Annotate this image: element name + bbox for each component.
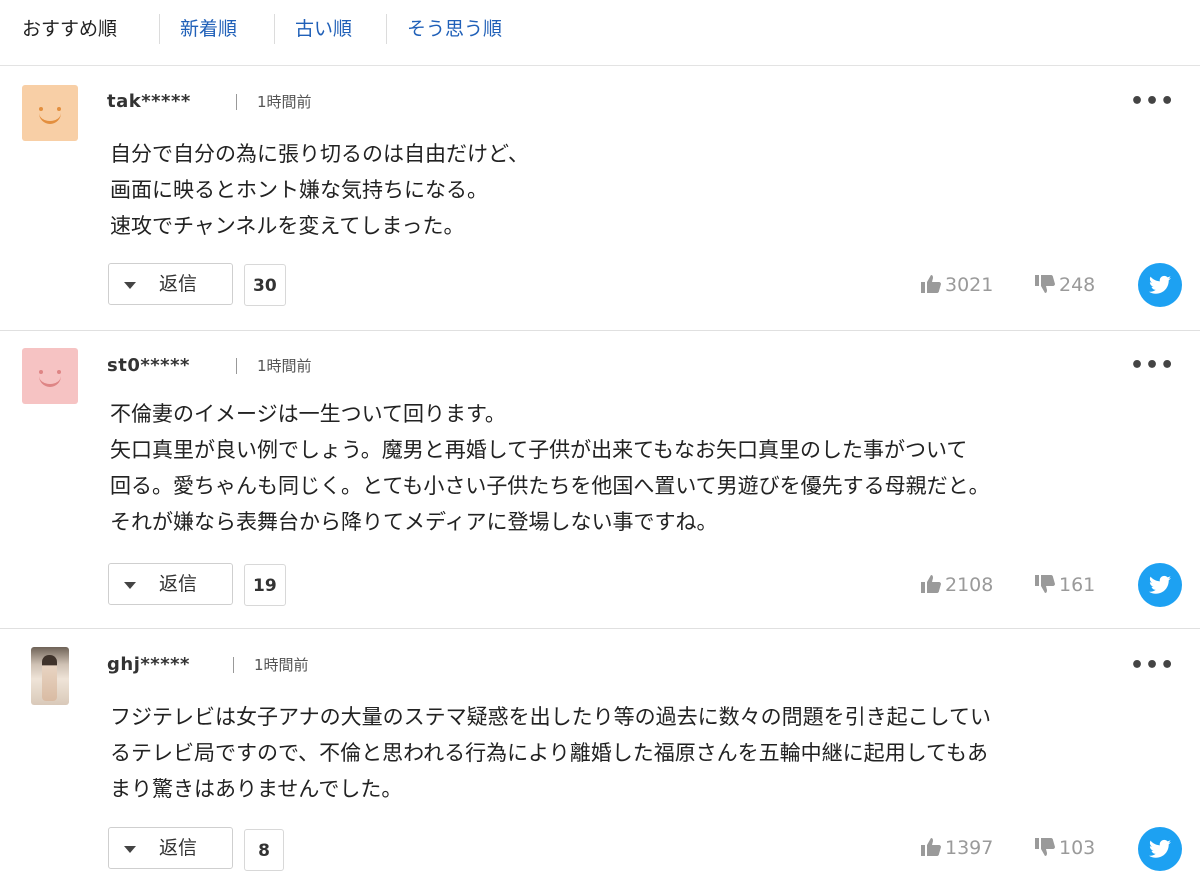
dislike-button[interactable]: 248	[1034, 271, 1095, 299]
reply-count: 30	[244, 264, 286, 306]
comment-time: 1時間前	[254, 656, 309, 674]
like-count: 3021	[945, 274, 994, 296]
comment-time: 1時間前	[257, 93, 312, 111]
thumbs-up-icon	[921, 275, 941, 293]
comment-body: 不倫妻のイメージは一生ついて回ります。 矢口真里が良い例でしょう。魔男と再婚して…	[110, 402, 990, 534]
tab-newest[interactable]: 新着順	[180, 16, 237, 42]
more-options-icon[interactable]: •••	[1130, 91, 1175, 113]
dislike-count: 161	[1059, 574, 1096, 596]
thumbs-up-icon	[921, 838, 941, 856]
comment-username[interactable]: st0*****	[107, 355, 190, 377]
sort-bar: おすすめ順 新着順 古い順 そう思う順	[0, 0, 1200, 66]
more-options-icon[interactable]: •••	[1130, 655, 1175, 677]
twitter-share-icon[interactable]	[1138, 263, 1182, 307]
reply-count: 19	[244, 564, 286, 606]
like-button[interactable]: 2108	[920, 571, 993, 599]
orange-smiley-icon	[22, 85, 78, 141]
reply-button[interactable]: 返信	[108, 263, 233, 305]
twitter-share-icon[interactable]	[1138, 563, 1182, 607]
comment-body: 自分で自分の為に張り切るのは自由だけど、 画面に映るとホント嫌な気持ちになる。 …	[110, 142, 529, 238]
tab-divider	[386, 14, 387, 44]
thumbs-down-icon	[1035, 575, 1055, 593]
dislike-count: 103	[1059, 837, 1096, 859]
reply-count: 8	[244, 829, 284, 871]
like-button[interactable]: 3021	[920, 271, 993, 299]
twitter-share-icon[interactable]	[1138, 827, 1182, 871]
photo-avatar	[31, 647, 69, 705]
comment-item: tak***** 1時間前 ••• 自分で自分の為に張り切るのは自由だけど、 画…	[0, 66, 1200, 330]
reply-label: 返信	[159, 573, 198, 595]
pink-smiley-icon	[22, 348, 78, 404]
tab-divider	[274, 14, 275, 44]
caret-down-icon	[124, 846, 136, 853]
reply-label: 返信	[159, 273, 198, 295]
comment-username[interactable]: tak*****	[107, 91, 191, 113]
comment-time: 1時間前	[257, 357, 312, 375]
tab-oldest[interactable]: 古い順	[295, 16, 352, 42]
thumbs-down-icon	[1035, 275, 1055, 293]
like-count: 1397	[945, 837, 994, 859]
dislike-count: 248	[1059, 274, 1096, 296]
meta-divider	[236, 94, 237, 110]
dislike-button[interactable]: 103	[1034, 834, 1095, 862]
thumbs-down-icon	[1035, 838, 1055, 856]
comment-username[interactable]: ghj*****	[107, 654, 190, 676]
reply-label: 返信	[159, 837, 198, 859]
meta-divider	[236, 358, 237, 374]
caret-down-icon	[124, 282, 136, 289]
reply-button[interactable]: 返信	[108, 827, 233, 869]
reply-button[interactable]: 返信	[108, 563, 233, 605]
comment-body: フジテレビは女子アナの大量のステマ疑惑を出したり等の過去に数々の問題を引き起こし…	[110, 705, 991, 801]
tab-agree[interactable]: そう思う順	[407, 16, 502, 42]
comment-item: st0***** 1時間前 ••• 不倫妻のイメージは一生ついて回ります。 矢口…	[0, 331, 1200, 627]
tab-divider	[159, 14, 160, 44]
comment-item: ghj***** 1時間前 ••• フジテレビは女子アナの大量のステマ疑惑を出し…	[0, 629, 1200, 889]
like-button[interactable]: 1397	[920, 834, 993, 862]
thumbs-up-icon	[921, 575, 941, 593]
caret-down-icon	[124, 582, 136, 589]
meta-divider	[233, 657, 234, 673]
dislike-button[interactable]: 161	[1034, 571, 1095, 599]
more-options-icon[interactable]: •••	[1130, 355, 1175, 377]
tab-recommended[interactable]: おすすめ順	[22, 16, 117, 42]
like-count: 2108	[945, 574, 994, 596]
